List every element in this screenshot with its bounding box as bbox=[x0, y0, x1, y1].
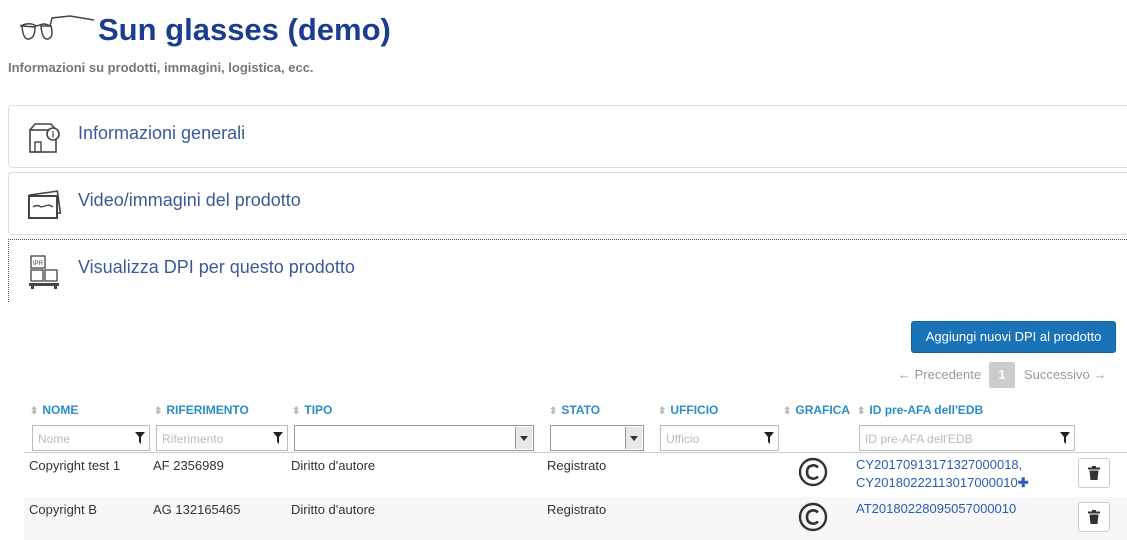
filter-stato-select[interactable] bbox=[550, 425, 644, 451]
column-header-grafica[interactable]: ⬍ GRAFICA bbox=[783, 403, 850, 417]
page-subtitle: Informazioni su prodotti, immagini, logi… bbox=[8, 60, 314, 75]
panel-label: Informazioni generali bbox=[78, 123, 246, 143]
trash-icon bbox=[1088, 510, 1100, 524]
column-header-nome[interactable]: ⬍ NOME bbox=[30, 403, 78, 417]
cell-tipo: Diritto d'autore bbox=[291, 502, 376, 517]
cell-id-link[interactable]: CY20170913171327000018, CY20180222113017… bbox=[856, 456, 1068, 492]
column-header-ufficio[interactable]: ⬍ UFFICIO bbox=[658, 403, 718, 417]
panel-label: Video/immagini del prodotto bbox=[78, 190, 301, 210]
box-info-icon: i bbox=[29, 123, 60, 153]
pager-previous[interactable]: ← Precedente bbox=[898, 362, 981, 388]
ipr-boxes-icon: IPR bbox=[29, 255, 59, 289]
panel-label: Visualizza DPI per questo prodotto bbox=[78, 257, 355, 277]
filter-riferimento-input[interactable]: Riferimento bbox=[156, 425, 288, 451]
cell-id-link[interactable]: AT20180228095057000010 bbox=[856, 500, 1068, 518]
cell-riferimento: AF 2356989 bbox=[153, 458, 224, 473]
filter-icon[interactable] bbox=[1060, 432, 1070, 444]
sort-icon: ⬍ bbox=[292, 406, 301, 417]
cell-stato: Registrato bbox=[547, 502, 607, 517]
sort-icon: ⬍ bbox=[549, 406, 558, 417]
copyright-icon bbox=[798, 457, 828, 487]
svg-text:IPR: IPR bbox=[33, 261, 44, 267]
sort-icon: ⬍ bbox=[30, 406, 39, 417]
filter-icon[interactable] bbox=[135, 432, 145, 444]
filter-id-input[interactable]: ID pre-AFA dell'EDB bbox=[859, 425, 1075, 451]
sort-icon: ⬍ bbox=[658, 406, 667, 417]
column-header-stato[interactable]: ⬍ STATO bbox=[549, 403, 600, 417]
column-header-tipo[interactable]: ⬍ TIPO bbox=[292, 403, 332, 417]
photos-icon bbox=[28, 190, 62, 219]
filter-ufficio-input[interactable]: Ufficio bbox=[660, 425, 779, 451]
glasses-icon bbox=[19, 15, 95, 40]
cell-tipo: Diritto d'autore bbox=[291, 458, 376, 473]
panel-ipr[interactable]: IPR Visualizza DPI per questo prodotto bbox=[8, 239, 1127, 302]
pager-next[interactable]: Successivo → bbox=[1024, 362, 1106, 388]
copyright-icon bbox=[798, 502, 828, 532]
chevron-down-icon[interactable] bbox=[515, 427, 532, 449]
filter-tipo-select[interactable] bbox=[294, 425, 534, 451]
chevron-down-icon[interactable] bbox=[625, 427, 642, 449]
pager-current-page[interactable]: 1 bbox=[989, 362, 1015, 388]
add-ipr-button[interactable]: Aggiungi nuovi DPI al prodotto bbox=[911, 321, 1116, 353]
sort-icon: ⬍ bbox=[857, 406, 866, 417]
filter-icon[interactable] bbox=[273, 432, 283, 444]
filter-nome-input[interactable]: Nome bbox=[32, 425, 150, 451]
page-title: Sun glasses (demo) bbox=[98, 12, 391, 47]
cell-nome: Copyright B bbox=[29, 502, 97, 517]
panel-general-info[interactable]: i Informazioni generali bbox=[8, 105, 1127, 168]
column-header-riferimento[interactable]: ⬍ RIFERIMENTO bbox=[154, 403, 249, 417]
column-header-id[interactable]: ⬍ ID pre-AFA dell'EDB bbox=[857, 403, 983, 417]
cell-nome: Copyright test 1 bbox=[29, 458, 121, 473]
delete-button[interactable] bbox=[1078, 458, 1110, 488]
cell-riferimento: AG 132165465 bbox=[153, 502, 241, 517]
cell-stato: Registrato bbox=[547, 458, 607, 473]
panel-media[interactable]: Video/immagini del prodotto bbox=[8, 172, 1127, 235]
trash-icon bbox=[1088, 466, 1100, 480]
filter-icon[interactable] bbox=[764, 432, 774, 444]
sort-icon: ⬍ bbox=[783, 406, 792, 417]
svg-text:i: i bbox=[52, 130, 55, 140]
page-header: Sun glasses (demo) Informazioni su prodo… bbox=[0, 0, 1127, 100]
delete-button[interactable] bbox=[1078, 502, 1110, 532]
sort-icon: ⬍ bbox=[154, 406, 163, 417]
plus-icon[interactable]: ✚ bbox=[1018, 475, 1029, 490]
